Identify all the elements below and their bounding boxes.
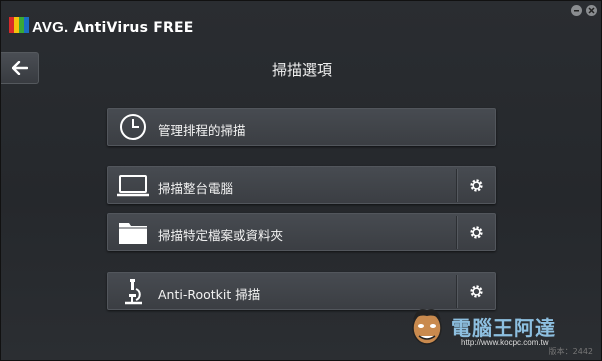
watermark-url: http://www.kocpc.com.tw [461,338,549,347]
brand-logo-text: AVG. [32,19,69,36]
gear-icon[interactable] [469,284,484,299]
watermark: 電腦王阿達 http://www.kocpc.com.tw [407,304,567,354]
scan-whole-computer-button[interactable]: 掃描整台電腦 [107,166,496,204]
version-label: 版本：2442 [548,347,593,356]
microscope-icon [125,279,142,305]
watermark-text: 電腦王阿達 [451,316,556,340]
product-name: AntiVirus FREE [73,20,194,36]
close-icon [588,7,595,14]
folder-icon [119,223,147,244]
minimize-button[interactable] [571,5,582,16]
manage-scheduled-scans-button[interactable]: 管理排程的掃描 [107,108,496,146]
scan-option-label: 管理排程的掃描 [158,123,246,138]
scan-option-label: 掃描特定檔案或資料夾 [158,228,284,243]
avg-window: AVG. AntiVirus FREE 掃描選項 管理排程的掃描 掃描整台電腦 … [0,0,602,361]
avg-logo-icon [9,17,29,33]
scan-option-label: 掃描整台電腦 [158,181,234,196]
gear-icon[interactable] [469,225,484,240]
window-controls [571,5,597,16]
laptop-icon [117,175,149,197]
mascot-face-icon [412,309,442,345]
clock-icon [120,114,146,140]
divider [456,169,457,202]
title-bar: AVG. AntiVirus FREE [1,1,602,41]
page-title: 掃描選項 [271,61,332,79]
gear-icon[interactable] [469,178,484,193]
scan-specific-files-button[interactable]: 掃描特定檔案或資料夾 [107,213,496,251]
minimize-icon [574,10,579,12]
app-title: AVG. AntiVirus FREE [32,19,193,36]
divider [456,216,457,249]
close-button[interactable] [586,5,597,16]
scan-option-label: Anti-Rootkit 掃描 [158,287,261,302]
